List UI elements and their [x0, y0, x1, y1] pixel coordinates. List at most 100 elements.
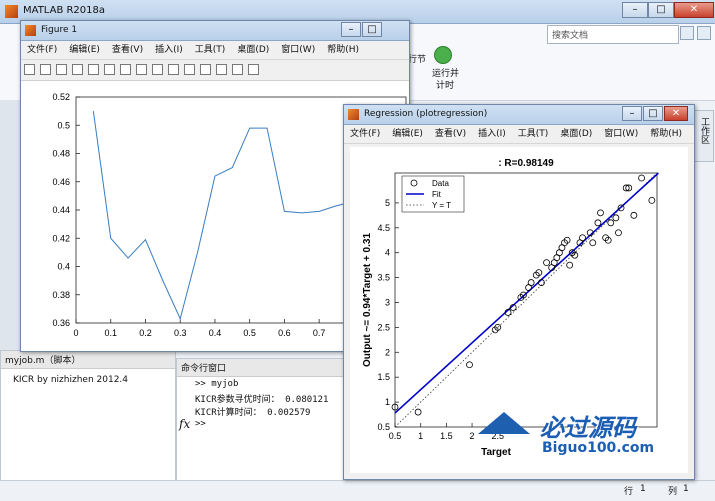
link-icon[interactable] [200, 64, 211, 75]
y-tick-label: 5 [385, 198, 390, 208]
legend-label-data: Data [432, 179, 449, 188]
x-tick-label: 2 [470, 431, 475, 441]
menu-item[interactable]: 编辑(E) [386, 125, 429, 143]
figure1-toolbar [21, 60, 409, 81]
x-tick-label: 0.3 [174, 328, 187, 338]
regression-maximize-button[interactable]: □ [643, 106, 663, 121]
zoom-out-icon[interactable] [120, 64, 131, 75]
new-file-icon[interactable] [24, 64, 35, 75]
menu-item[interactable]: 文件(F) [344, 125, 386, 143]
rotate-icon[interactable] [152, 64, 163, 75]
x-tick-label: 0.2 [139, 328, 152, 338]
zoom-in-icon[interactable] [104, 64, 115, 75]
y-tick-label: 0.52 [52, 92, 70, 102]
menu-item[interactable]: 插入(I) [472, 125, 512, 143]
y-tick-label: 0.48 [52, 149, 70, 159]
command-prompt[interactable]: >> [195, 419, 206, 429]
regression-close-button[interactable]: ✕ [664, 106, 688, 121]
regression-minimize-button[interactable]: – [622, 106, 642, 121]
menu-item[interactable]: 编辑(E) [63, 41, 106, 59]
menu-item[interactable]: 桌面(D) [231, 41, 275, 59]
run-and-time-label-2[interactable]: 计时 [436, 78, 454, 91]
command-line-2: KICR参数寻优时间： 0.080121 [195, 395, 329, 405]
x-tick-label: 0.5 [389, 431, 402, 441]
hide-plot-tools-icon[interactable] [248, 64, 259, 75]
regression-title-bar: Regression (plotregression) – □ ✕ [344, 105, 694, 125]
figure1-menu-bar: 文件(F) 编辑(E) 查看(V) 插入(I) 工具(T) 桌面(D) 窗口(W) 帮助(H) [21, 41, 409, 60]
figure1-title-bar: Figure 1 – □ [21, 21, 409, 41]
status-col-value: 1 [683, 484, 689, 494]
y-tick-label: 0.36 [52, 318, 70, 328]
y-tick-label: 0.42 [52, 233, 70, 243]
y-tick-label: 2 [385, 347, 390, 357]
menu-item[interactable]: 查看(V) [106, 41, 149, 59]
menu-item[interactable]: 工具(T) [512, 125, 555, 143]
regression-title: Regression (plotregression) [364, 109, 488, 119]
menu-item[interactable]: 窗口(W) [275, 41, 321, 59]
main-maximize-button[interactable]: □ [648, 2, 674, 18]
y-tick-label: 0.4 [57, 262, 70, 272]
graduation-cap-icon [478, 412, 530, 434]
pointer-icon[interactable] [88, 64, 99, 75]
menu-item[interactable]: 插入(I) [149, 41, 189, 59]
toolbar-icon-a[interactable] [680, 26, 694, 40]
left-panel-edge [0, 100, 21, 350]
main-minimize-button[interactable]: – [622, 2, 648, 18]
watermark-title: 必过源码 [540, 414, 636, 442]
fx-icon: fx [179, 417, 191, 431]
regression-logo-icon [348, 109, 359, 120]
brush-icon[interactable] [184, 64, 195, 75]
y-tick-label: 4 [385, 248, 390, 258]
y-axis-label: Output ~= 0.94*Target + 0.31 [362, 233, 373, 367]
menu-item[interactable]: 帮助(H) [321, 41, 365, 59]
chart-title: : R=0.98149 [498, 158, 554, 169]
colorbar-icon[interactable] [216, 64, 227, 75]
x-tick-label: 0.6 [278, 328, 291, 338]
x-tick-label: 0.4 [209, 328, 222, 338]
legend-label-fit: Fit [432, 190, 442, 199]
y-tick-label: 3 [385, 297, 390, 307]
y-tick-label: 0.38 [52, 290, 70, 300]
ribbon-label-section[interactable]: 行节 [408, 52, 426, 65]
x-tick-label: 1 [418, 431, 423, 441]
figure1-minimize-button[interactable]: – [341, 22, 361, 37]
menu-item[interactable]: 工具(T) [189, 41, 232, 59]
status-bar: 行 1 列 1 [0, 480, 715, 501]
command-window-title: 命令行窗口 [177, 359, 343, 377]
menu-item[interactable]: 帮助(H) [644, 125, 688, 143]
y-tick-label: 1.5 [377, 372, 390, 382]
command-window[interactable]: 命令行窗口 >> myjob KICR参数寻优时间： 0.080121 KICR… [176, 358, 344, 487]
y-tick-label: 0.5 [57, 120, 70, 130]
figure1-logo-icon [25, 25, 36, 36]
menu-item[interactable]: 文件(F) [21, 41, 63, 59]
run-and-time-icon[interactable] [434, 46, 452, 64]
menu-item[interactable]: 窗口(W) [598, 125, 644, 143]
figure1-maximize-button[interactable]: □ [362, 22, 382, 37]
save-icon[interactable] [56, 64, 67, 75]
file-tab[interactable]: myjob.m（脚本） [1, 351, 175, 369]
status-row-value: 1 [640, 484, 646, 494]
y-tick-label: 0.44 [52, 205, 70, 215]
y-tick-label: 3.5 [377, 273, 390, 283]
search-placeholder: 搜索文档 [552, 31, 589, 41]
details-panel: myjob.m（脚本） KICR by nizhizhen 2012.4 [0, 350, 176, 487]
toolbar-icon-b[interactable] [697, 26, 711, 40]
data-cursor-icon[interactable] [168, 64, 179, 75]
y-tick-label: 1 [385, 397, 390, 407]
workspace-side-tab[interactable]: 工作区 [694, 110, 714, 162]
y-tick-label: 0.46 [52, 177, 70, 187]
search-box[interactable]: 搜索文档 [547, 25, 679, 44]
open-icon[interactable] [40, 64, 51, 75]
main-close-button[interactable]: ✕ [674, 2, 714, 18]
watermark: 必过源码 Biguo100.com [478, 410, 678, 465]
pan-icon[interactable] [136, 64, 147, 75]
command-line-1: >> myjob [195, 379, 239, 389]
main-window-title: MATLAB R2018a [23, 5, 106, 16]
x-tick-label: 0.5 [243, 328, 256, 338]
print-icon[interactable] [72, 64, 83, 75]
details-text: KICR by nizhizhen 2012.4 [13, 375, 129, 385]
legend-icon[interactable] [232, 64, 243, 75]
menu-item[interactable]: 桌面(D) [554, 125, 598, 143]
menu-item[interactable]: 查看(V) [429, 125, 472, 143]
command-line-3: KICR计算时间： 0.002579 [195, 408, 311, 418]
